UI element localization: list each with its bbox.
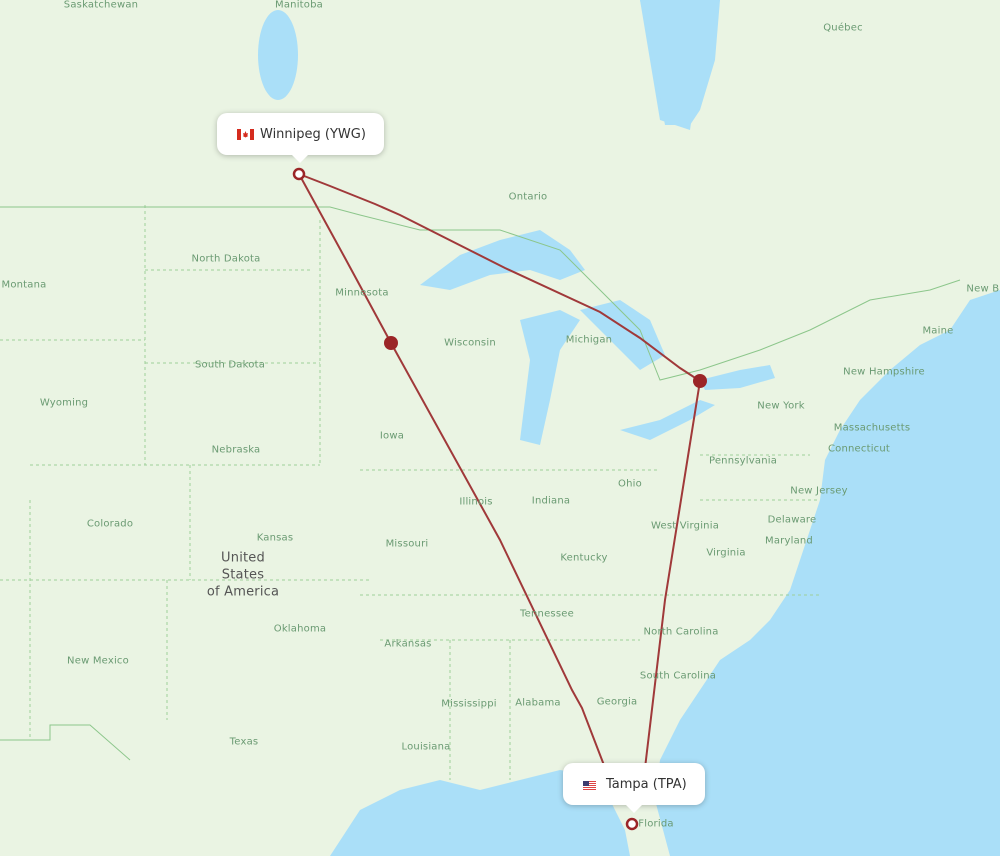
region-label: Iowa [379, 430, 405, 442]
region-label: New Jersey [790, 485, 848, 497]
origin-marker[interactable] [292, 167, 306, 181]
canada-flag-icon [237, 128, 254, 140]
region-label: New Mexico [67, 655, 129, 667]
region-label: Minnesota [335, 287, 389, 299]
region-label: South Dakota [194, 359, 266, 371]
origin-callout[interactable]: Winnipeg (YWG) [217, 113, 384, 163]
destination-marker[interactable] [625, 817, 639, 831]
country-label: United States of America [206, 550, 280, 600]
region-label: Ontario [508, 191, 548, 203]
usa-flag-icon [583, 779, 600, 790]
region-label: Colorado [86, 518, 134, 530]
region-label: Manitoba [275, 0, 323, 11]
region-label: Pennsylvania [708, 455, 778, 467]
region-label: Mississippi [441, 698, 497, 710]
origin-label: Winnipeg (YWG) [260, 126, 366, 142]
region-label: Florida [638, 818, 674, 830]
region-label: Kentucky [560, 552, 608, 564]
region-label: Michigan [565, 334, 613, 346]
region-label: Indiana [531, 495, 571, 507]
region-label: Saskatchewan [63, 0, 139, 11]
region-label: North Carolina [643, 626, 719, 638]
region-label: Kansas [256, 532, 294, 544]
region-label: New Hampshire [843, 366, 925, 378]
region-label: Wyoming [39, 397, 89, 409]
region-label: Nebraska [211, 444, 261, 456]
region-label: Georgia [596, 696, 638, 708]
region-label: Oklahoma [273, 623, 327, 635]
region-label: West Virginia [650, 520, 720, 532]
region-label: South Carolina [639, 670, 717, 682]
region-label: Arkansas [384, 638, 432, 650]
region-label: Connecticut [827, 443, 891, 455]
destination-label: Tampa (TPA) [606, 776, 687, 792]
region-label: Delaware [767, 514, 817, 526]
region-label: Louisiana [401, 741, 451, 753]
region-label: Illinois [459, 496, 493, 508]
region-label: Missouri [385, 538, 429, 550]
region-label: Texas [229, 736, 259, 748]
stop-minnesota-marker[interactable] [384, 336, 398, 350]
region-label: Massachusetts [833, 422, 911, 434]
region-label: New York [757, 400, 805, 412]
region-label: Wisconsin [444, 337, 496, 349]
region-label: New Br [966, 283, 1000, 295]
stop-toronto-marker[interactable] [693, 374, 707, 388]
region-label: Virginia [706, 547, 746, 559]
region-label: Alabama [515, 697, 561, 709]
region-label: Montana [1, 279, 47, 291]
region-label: Maryland [765, 535, 813, 547]
region-label: Maine [922, 325, 954, 337]
region-label: Ohio [618, 478, 642, 490]
destination-callout[interactable]: Tampa (TPA) [563, 763, 705, 813]
region-label: North Dakota [191, 253, 261, 265]
region-label: Tennessee [520, 608, 574, 620]
region-label: Québec [823, 22, 863, 34]
